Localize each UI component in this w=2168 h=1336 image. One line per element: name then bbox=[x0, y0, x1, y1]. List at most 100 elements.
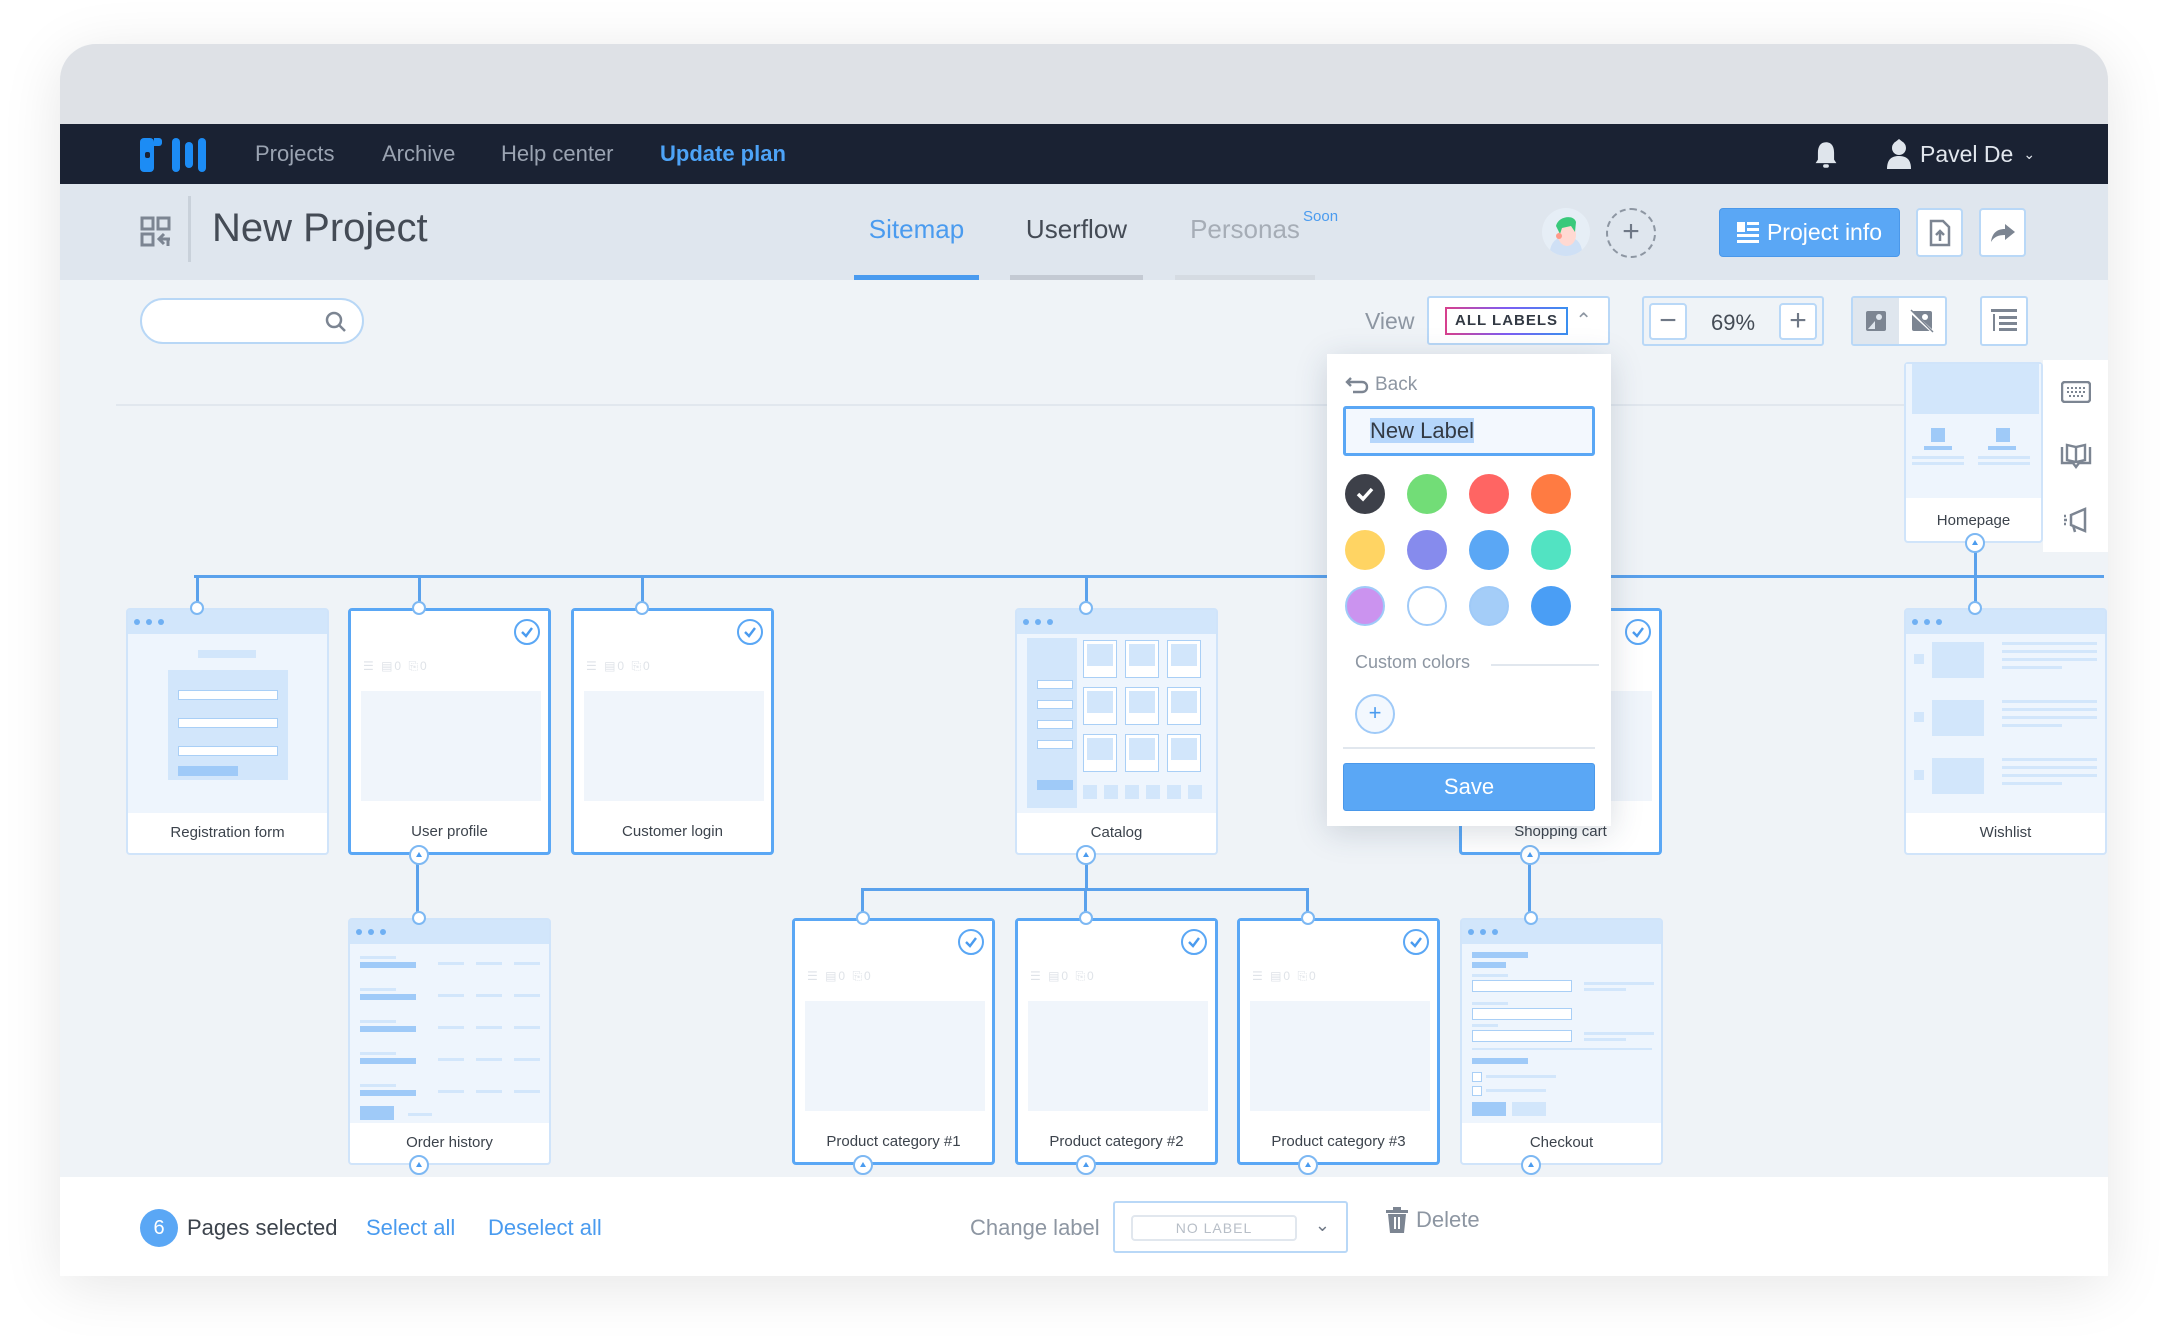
share-button[interactable] bbox=[1979, 208, 2026, 257]
nav-archive[interactable]: Archive bbox=[382, 124, 455, 184]
page-card[interactable]: ☰ ▤0 ⎘0 Product category #1 bbox=[792, 918, 995, 1165]
user-avatar-icon bbox=[1887, 139, 1911, 169]
wireframe-block bbox=[514, 1090, 540, 1093]
color-swatch[interactable] bbox=[1469, 586, 1509, 626]
logo[interactable] bbox=[140, 138, 206, 172]
page-card[interactable]: Checkout bbox=[1460, 918, 1663, 1165]
collaborator-avatar[interactable] bbox=[1542, 208, 1590, 256]
connector-node[interactable] bbox=[635, 601, 649, 615]
collapse-node[interactable] bbox=[1965, 533, 1985, 553]
sitemap-canvas[interactable]: View ALL LABELS ⌃ − 69% + Homepage Regist… bbox=[60, 280, 2108, 1177]
project-grid-icon[interactable] bbox=[140, 216, 172, 248]
project-title[interactable]: New Project bbox=[212, 206, 428, 251]
add-custom-color-button[interactable]: + bbox=[1355, 694, 1395, 734]
tab-personas[interactable]: Personas bbox=[1175, 184, 1315, 280]
collapse-node[interactable] bbox=[1520, 845, 1540, 865]
collapse-node[interactable] bbox=[853, 1155, 873, 1175]
connector-node[interactable] bbox=[1524, 911, 1538, 925]
wireframe-block bbox=[1129, 691, 1155, 713]
connector-node[interactable] bbox=[856, 911, 870, 925]
tab-userflow[interactable]: Userflow bbox=[1010, 184, 1143, 280]
nav-projects[interactable]: Projects bbox=[255, 124, 334, 184]
project-info-button[interactable]: Project info bbox=[1719, 208, 1900, 257]
connector-node[interactable] bbox=[412, 601, 426, 615]
color-swatch[interactable] bbox=[1531, 530, 1571, 570]
color-swatch[interactable] bbox=[1407, 586, 1447, 626]
nav-help-center[interactable]: Help center bbox=[501, 124, 614, 184]
wireframe-block bbox=[360, 988, 396, 991]
bell-icon[interactable] bbox=[1812, 140, 1840, 170]
collapse-node[interactable] bbox=[1076, 845, 1096, 865]
wireframe-block bbox=[1924, 446, 1952, 450]
select-all-link[interactable]: Select all bbox=[366, 1215, 455, 1241]
label-name-input[interactable]: New Label bbox=[1343, 406, 1595, 456]
page-card[interactable]: ☰ ▤0 ⎘0 Product category #3 bbox=[1237, 918, 1440, 1165]
wireframe-block bbox=[1037, 680, 1073, 689]
color-swatch[interactable] bbox=[1531, 586, 1571, 626]
color-swatch[interactable] bbox=[1469, 474, 1509, 514]
popover-divider bbox=[1343, 747, 1595, 749]
wireframe-block bbox=[1912, 462, 1964, 465]
keyboard-shortcuts-button[interactable] bbox=[2043, 360, 2108, 424]
collapse-node[interactable] bbox=[1298, 1155, 1318, 1175]
collapse-node[interactable] bbox=[1076, 1155, 1096, 1175]
selected-check-icon[interactable] bbox=[737, 619, 763, 645]
outline-view-button[interactable] bbox=[1980, 296, 2028, 346]
page-card[interactable]: ☰ ▤0 ⎘0 User profile bbox=[348, 608, 551, 855]
view-label-select[interactable]: ALL LABELS ⌃ bbox=[1427, 296, 1610, 345]
save-button[interactable]: Save bbox=[1343, 763, 1595, 811]
zoom-value: 69% bbox=[1710, 310, 1756, 335]
wireframe-block bbox=[178, 682, 216, 685]
collapse-node[interactable] bbox=[409, 1155, 429, 1175]
connector-node[interactable] bbox=[412, 911, 426, 925]
selected-check-icon[interactable] bbox=[514, 619, 540, 645]
tab-sitemap[interactable]: Sitemap bbox=[854, 184, 979, 280]
color-swatch[interactable] bbox=[1407, 530, 1447, 570]
color-swatch[interactable] bbox=[1345, 586, 1385, 626]
connector-node[interactable] bbox=[1079, 911, 1093, 925]
color-swatch[interactable] bbox=[1345, 530, 1385, 570]
wireframe-block bbox=[1087, 644, 1113, 666]
change-label-select[interactable]: NO LABEL ⌄ bbox=[1113, 1201, 1348, 1253]
nav-update-plan[interactable]: Update plan bbox=[660, 124, 786, 184]
connector-node[interactable] bbox=[1079, 601, 1093, 615]
page-card[interactable]: ☰ ▤0 ⎘0 Customer login bbox=[571, 608, 774, 855]
connector-node[interactable] bbox=[1301, 911, 1315, 925]
back-button[interactable]: Back bbox=[1345, 374, 1417, 396]
custom-colors-divider bbox=[1491, 664, 1599, 666]
collapse-node[interactable] bbox=[1521, 1155, 1541, 1175]
wireframe-block bbox=[1472, 1102, 1506, 1116]
selected-check-icon[interactable] bbox=[1181, 929, 1207, 955]
page-card[interactable]: Registration form bbox=[126, 608, 329, 855]
zoom-out-button[interactable]: − bbox=[1649, 303, 1687, 340]
page-card[interactable]: Order history bbox=[348, 918, 551, 1165]
page-card[interactable]: ☰ ▤0 ⎘0 Product category #2 bbox=[1015, 918, 1218, 1165]
deselect-all-link[interactable]: Deselect all bbox=[488, 1215, 602, 1241]
show-images-button[interactable] bbox=[1853, 298, 1899, 344]
search-input[interactable] bbox=[140, 298, 364, 344]
connector-node[interactable] bbox=[1968, 601, 1982, 615]
color-swatch[interactable] bbox=[1407, 474, 1447, 514]
guide-button[interactable] bbox=[2043, 424, 2108, 488]
announcements-button[interactable] bbox=[2043, 488, 2108, 552]
collapse-node[interactable] bbox=[409, 845, 429, 865]
color-swatch[interactable] bbox=[1345, 474, 1385, 514]
user-menu[interactable]: Pavel De ⌄ bbox=[1886, 124, 2035, 184]
page-card[interactable]: Homepage bbox=[1904, 362, 2043, 543]
toolbar-divider bbox=[116, 404, 2066, 406]
color-swatch[interactable] bbox=[1531, 474, 1571, 514]
add-member-button[interactable]: + bbox=[1606, 208, 1656, 258]
hide-images-button[interactable] bbox=[1899, 298, 1945, 344]
wireframe-block bbox=[243, 766, 278, 776]
page-card[interactable]: Catalog bbox=[1015, 608, 1218, 855]
export-button[interactable] bbox=[1916, 208, 1963, 257]
zoom-in-button[interactable]: + bbox=[1779, 303, 1817, 340]
delete-button[interactable]: Delete bbox=[1386, 1207, 1480, 1233]
selected-check-icon[interactable] bbox=[1403, 929, 1429, 955]
selected-check-icon[interactable] bbox=[1625, 619, 1651, 645]
page-card[interactable]: Wishlist bbox=[1904, 608, 2107, 855]
wireframe-block bbox=[360, 1020, 396, 1023]
selected-check-icon[interactable] bbox=[958, 929, 984, 955]
color-swatch[interactable] bbox=[1469, 530, 1509, 570]
connector-node[interactable] bbox=[190, 601, 204, 615]
